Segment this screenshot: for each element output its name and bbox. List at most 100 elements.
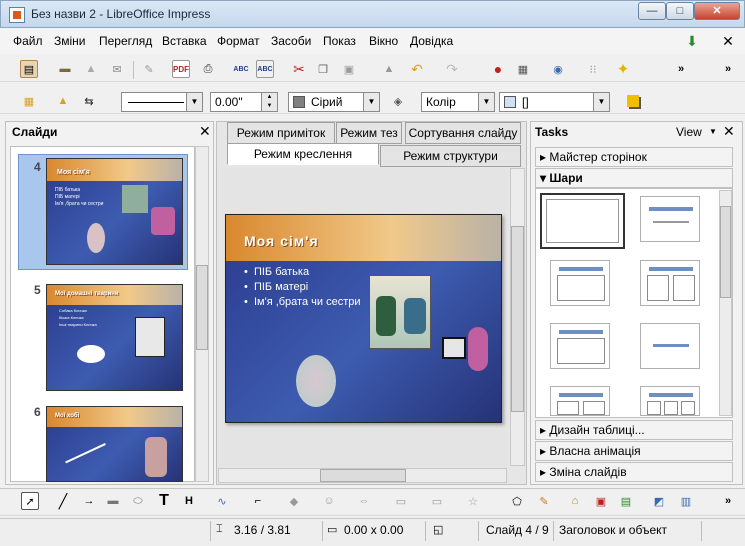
layout-centered-text[interactable] xyxy=(640,323,700,369)
minimize-button[interactable]: — xyxy=(638,2,666,20)
paste-icon[interactable]: ▣ xyxy=(340,60,358,78)
line-tool-icon[interactable]: ╱ xyxy=(54,492,72,510)
area-bucket-icon[interactable]: ◈ xyxy=(389,92,407,110)
save-icon[interactable]: ▲ xyxy=(82,60,100,78)
menu-format[interactable]: Формат xyxy=(217,34,260,48)
toolbar-overflow-icon[interactable]: » xyxy=(719,492,737,510)
ellipse-icon[interactable]: ⬭ xyxy=(129,492,147,510)
points-icon[interactable]: ⬠ xyxy=(508,492,526,510)
layout-blank[interactable] xyxy=(540,193,625,249)
undo-icon[interactable]: ↶ xyxy=(408,60,426,78)
rectangle-icon[interactable]: ▬ xyxy=(104,492,122,510)
cut-icon[interactable]: ✂ xyxy=(290,60,308,78)
vertical-scrollbar-thumb[interactable] xyxy=(511,226,524,412)
chart-icon[interactable]: ● xyxy=(489,60,507,78)
area-style-select[interactable]: Колір ▼ xyxy=(421,92,495,112)
slide-thumbnail-6[interactable]: Мої хобі xyxy=(46,406,183,482)
layout-title-text[interactable] xyxy=(550,323,610,369)
slide-title[interactable]: Моя сім'я xyxy=(244,233,319,249)
spellcheck-icon[interactable]: ABC xyxy=(232,60,250,78)
grid-icon[interactable]: ⁝⁝ xyxy=(584,60,602,78)
layout-title-two-content[interactable] xyxy=(640,260,700,306)
menu-tools[interactable]: Засоби xyxy=(271,34,311,48)
area-fill-select[interactable]: [] ▼ xyxy=(499,92,610,112)
arrow-style-icon[interactable]: ⇆ xyxy=(80,92,98,110)
connector-icon[interactable]: ⌐ xyxy=(249,492,267,510)
tab-slide-sorter[interactable]: Сортування слайду xyxy=(405,122,521,144)
print-icon[interactable]: ⎙ xyxy=(199,60,217,78)
callouts-icon[interactable]: ▭ xyxy=(428,492,446,510)
table-icon[interactable]: ▦ xyxy=(514,60,532,78)
layout-four-content[interactable] xyxy=(550,386,610,416)
basic-shapes-icon[interactable]: ◆ xyxy=(285,492,303,510)
align-icon[interactable]: ▥ xyxy=(677,492,695,510)
select-pointer-icon[interactable]: ➚ xyxy=(21,492,39,510)
layout-six-content[interactable] xyxy=(640,386,700,416)
update-download-icon[interactable]: ⬇ xyxy=(683,32,701,50)
section-slide-transition[interactable]: ▸ Зміна слайдів xyxy=(535,462,733,482)
main-slide[interactable]: Моя сім'я • ПІБ батька • ПІБ матері • Ім… xyxy=(225,214,502,423)
display-grid-icon[interactable]: ▦ xyxy=(20,92,38,110)
maximize-button[interactable]: □ xyxy=(666,2,694,20)
fit-text-icon[interactable]: H xyxy=(180,492,198,510)
line-width-field[interactable]: 0.00" ▲ ▼ xyxy=(210,92,278,112)
slide-thumbnail-4[interactable]: Моя сім'я ПІБ батька ПІБ матері Ім'я ,бр… xyxy=(46,158,183,265)
menu-view[interactable]: Перегляд xyxy=(99,34,152,48)
menu-insert[interactable]: Вставка xyxy=(162,34,207,48)
tab-handout[interactable]: Режим тез xyxy=(336,122,402,144)
flowchart-icon[interactable]: ▭ xyxy=(392,492,410,510)
tab-normal[interactable]: Режим креслення xyxy=(227,143,379,165)
menu-file[interactable]: Файл xyxy=(13,34,43,48)
tab-notes[interactable]: Режим приміток xyxy=(227,122,335,144)
section-master-pages[interactable]: ▸ Майстер сторінок xyxy=(535,147,733,167)
arrow-line-icon[interactable]: → xyxy=(80,492,98,510)
toolbar-overflow-icon-2[interactable]: » xyxy=(719,60,737,78)
menu-edit[interactable]: Зміни xyxy=(54,34,86,48)
from-file-icon[interactable]: ▣ xyxy=(592,492,610,510)
extrusion-icon[interactable]: ◩ xyxy=(650,492,668,510)
tab-outline[interactable]: Режим структури xyxy=(380,145,521,167)
section-table-design[interactable]: ▸ Дизайн таблиці... xyxy=(535,420,733,440)
line-style-select[interactable]: ▼ xyxy=(121,92,203,112)
section-custom-animation[interactable]: ▸ Власна анімація xyxy=(535,441,733,461)
close-slides-panel-icon[interactable]: ✕ xyxy=(199,123,211,140)
shadow-icon[interactable] xyxy=(624,92,642,110)
block-arrows-icon[interactable]: ⇔ xyxy=(355,492,373,510)
clone-formatting-icon[interactable]: ▲ xyxy=(380,60,398,78)
new-document-icon[interactable]: ▤ xyxy=(20,60,38,78)
line-color-select[interactable]: Сірий ▼ xyxy=(288,92,380,112)
layout-title-only[interactable] xyxy=(640,196,700,242)
menu-window[interactable]: Вікно xyxy=(369,34,398,48)
glue-points-icon[interactable]: ✎ xyxy=(535,492,553,510)
symbol-shapes-icon[interactable]: ☺ xyxy=(320,492,338,510)
computer-user-clipart-icon[interactable] xyxy=(442,323,494,383)
navigator-icon[interactable]: ◉ xyxy=(549,60,567,78)
slide-thumbnail-5[interactable]: Мої домашні тварини Собака Кличка Кішка … xyxy=(46,284,183,391)
menu-help[interactable]: Довідка xyxy=(410,34,453,48)
chevron-down-icon[interactable]: ▼ xyxy=(709,127,717,136)
open-folder-icon[interactable]: ▬ xyxy=(56,60,74,78)
copy-icon[interactable]: ❐ xyxy=(314,60,332,78)
meeting-clipart-icon[interactable] xyxy=(369,275,431,349)
edit-file-icon[interactable]: ✎ xyxy=(140,60,158,78)
toolbar-overflow-icon[interactable]: » xyxy=(672,60,690,78)
text-tool-icon[interactable]: T xyxy=(155,492,173,510)
slide-bullet-list[interactable]: • ПІБ батька • ПІБ матері • Ім'я ,брата … xyxy=(244,265,361,310)
layout-title-content[interactable] xyxy=(550,260,610,306)
layouts-scrollbar-thumb[interactable] xyxy=(720,206,731,298)
close-document-icon[interactable]: ✕ xyxy=(719,32,737,50)
slides-scrollbar-thumb[interactable] xyxy=(196,265,208,350)
fontwork-star-icon[interactable]: ✦ xyxy=(614,60,632,78)
email-icon[interactable]: ✉ xyxy=(108,60,126,78)
menu-slideshow[interactable]: Показ xyxy=(323,34,356,48)
line-icon[interactable]: ▲ xyxy=(54,92,72,110)
tasks-view-menu[interactable]: View xyxy=(676,125,702,139)
stars-icon[interactable]: ☆ xyxy=(464,492,482,510)
close-window-button[interactable]: ✕ xyxy=(694,2,740,20)
dancer-clipart-icon[interactable] xyxy=(296,355,336,407)
section-layouts[interactable]: ▾ Шари xyxy=(535,168,733,188)
autospellcheck-icon[interactable]: ABC xyxy=(256,60,274,78)
horizontal-scrollbar-thumb[interactable] xyxy=(320,469,406,482)
curve-icon[interactable]: ∿ xyxy=(213,492,231,510)
close-tasks-panel-icon[interactable]: ✕ xyxy=(723,123,735,140)
